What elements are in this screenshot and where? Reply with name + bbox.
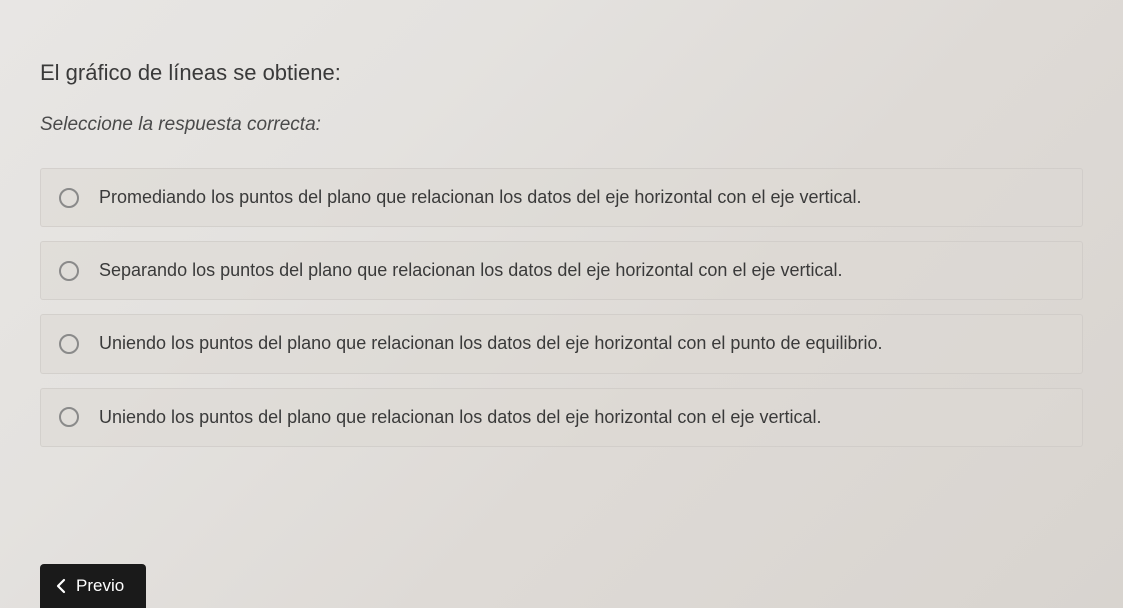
question-instruction: Seleccione la respuesta correcta:: [40, 114, 1083, 136]
radio-icon[interactable]: [59, 334, 79, 354]
footer-nav: Previo: [40, 564, 146, 608]
options-list: Promediando los puntos del plano que rel…: [40, 168, 1083, 447]
previous-button[interactable]: Previo: [40, 564, 146, 608]
option-row[interactable]: Uniendo los puntos del plano que relacio…: [40, 314, 1083, 373]
option-label: Promediando los puntos del plano que rel…: [99, 185, 862, 210]
option-label: Separando los puntos del plano que relac…: [99, 258, 843, 283]
option-row[interactable]: Separando los puntos del plano que relac…: [40, 241, 1083, 300]
option-row[interactable]: Promediando los puntos del plano que rel…: [40, 168, 1083, 227]
radio-icon[interactable]: [59, 261, 79, 281]
option-row[interactable]: Uniendo los puntos del plano que relacio…: [40, 388, 1083, 447]
previous-button-label: Previo: [76, 576, 124, 596]
option-label: Uniendo los puntos del plano que relacio…: [99, 405, 821, 430]
radio-icon[interactable]: [59, 188, 79, 208]
chevron-left-icon: [56, 578, 66, 594]
question-title: El gráfico de líneas se obtiene:: [40, 60, 1083, 86]
option-label: Uniendo los puntos del plano que relacio…: [99, 331, 883, 356]
radio-icon[interactable]: [59, 407, 79, 427]
quiz-container: El gráfico de líneas se obtiene: Selecci…: [0, 0, 1123, 447]
